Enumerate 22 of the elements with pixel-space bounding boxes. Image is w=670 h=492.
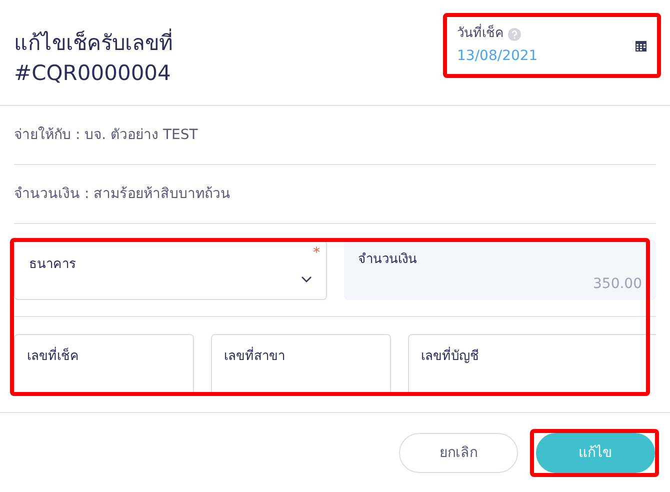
bank-select[interactable]: ธนาคาร * (14, 240, 327, 300)
field-label: เลขที่บัญชี (421, 349, 479, 364)
help-icon (508, 28, 521, 40)
info-text: จ่ายให้กับ : บจ. ตัวอย่าง TEST (14, 126, 198, 144)
date-field[interactable]: วันที่เช็ค 13/08/2021 (447, 17, 657, 74)
chevron-down-icon (301, 276, 312, 283)
dialog-title: แก้ไขเช็ครับเลขที่ (14, 28, 173, 58)
text-field[interactable]: เลขที่เช็ค (14, 334, 194, 394)
date-value: 13/08/2021 (457, 46, 538, 66)
info-text: จำนวนเงิน : สามร้อยห้าสิบบาทถ้วน (14, 184, 231, 204)
text-field[interactable]: เลขที่สาขา (211, 334, 391, 394)
field-label: เลขที่สาขา (224, 349, 285, 364)
dialog-title: #CQR0000004 (14, 60, 172, 87)
required-mark: * (313, 244, 320, 263)
field-label: วันที่เช็ค (457, 24, 504, 44)
text-field[interactable]: เลขที่บัญชี (408, 334, 656, 394)
field-label: ธนาคาร (29, 257, 76, 272)
calendar-icon[interactable] (635, 40, 647, 52)
field-label: เลขที่เช็ค (27, 349, 79, 364)
amount-value: 350.00 (593, 274, 642, 294)
field-label: จำนวนเงิน (358, 251, 418, 269)
cancel-button[interactable]: ยกเลิก (399, 433, 518, 473)
